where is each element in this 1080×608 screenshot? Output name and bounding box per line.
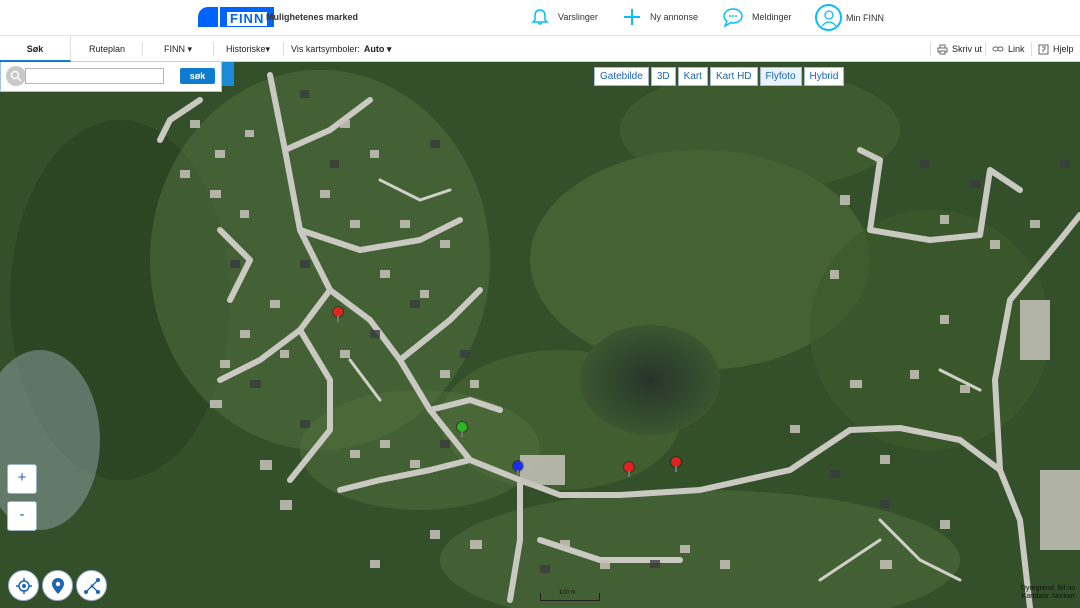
- tab-finn[interactable]: FINN ▾: [143, 36, 213, 62]
- tab-historiske[interactable]: Historiske▾: [214, 36, 282, 62]
- nav-label: Ny annonse: [650, 12, 699, 22]
- divider: [985, 42, 986, 56]
- crosshair-icon: [15, 577, 32, 594]
- maptype-hybrid[interactable]: Hybrid: [803, 67, 845, 86]
- my-location-button[interactable]: [8, 570, 39, 601]
- map-toolbar: Søk Ruteplan FINN ▾ Historiske▾ Vis kart…: [0, 36, 1080, 62]
- logo-text: FINN: [227, 12, 268, 26]
- route-icon: [83, 577, 100, 594]
- help-button[interactable]: Hjelp: [1038, 36, 1074, 62]
- maptype-flyfoto[interactable]: Flyfoto: [759, 67, 802, 86]
- search-button[interactable]: søk: [180, 68, 215, 84]
- logo-mark-icon: [198, 7, 218, 27]
- print-label: Skriv ut: [952, 44, 983, 54]
- aerial-photo: [0, 62, 1080, 608]
- map-pin[interactable]: [671, 457, 681, 472]
- maptype-3d[interactable]: 3D: [650, 67, 676, 86]
- nav-label: Min FINN: [846, 12, 884, 23]
- nav-meldinger[interactable]: Meldinger: [722, 5, 792, 29]
- finn-logo[interactable]: FINN: [198, 7, 275, 27]
- tab-ruteplan[interactable]: Ruteplan: [72, 36, 142, 62]
- plus-icon: [620, 5, 644, 29]
- print-button[interactable]: Skriv ut: [937, 36, 982, 62]
- map-type-switcher: Gatebilde 3D Kart Kart HD Flyfoto Hybrid: [594, 67, 845, 86]
- nav-varslinger[interactable]: Varslinger: [528, 5, 598, 29]
- help-icon: [1038, 44, 1049, 54]
- map-symbols-value: Auto ▾: [363, 44, 392, 54]
- nav-label: Varslinger: [558, 12, 598, 22]
- tagline: Mulighetenes marked: [266, 12, 359, 22]
- maptype-kart[interactable]: Kart: [677, 67, 708, 86]
- help-label: Hjelp: [1053, 44, 1074, 54]
- maptype-kart-hd[interactable]: Kart HD: [709, 67, 758, 86]
- zoom-in-button[interactable]: +: [7, 464, 37, 494]
- map-pin-icon: [51, 577, 64, 594]
- place-marker-button[interactable]: [42, 570, 73, 601]
- attribution-line: Kartdata: Norkart: [1021, 593, 1075, 600]
- maptype-gatebilde[interactable]: Gatebilde: [594, 67, 649, 86]
- link-label: Link: [1008, 44, 1025, 54]
- attribution-line: Dyregrend, Bil.no: [1020, 585, 1075, 592]
- map-pin[interactable]: [333, 307, 343, 322]
- nav-ny-annonse[interactable]: Ny annonse: [620, 5, 698, 29]
- search-panel: søk: [0, 62, 222, 92]
- divider: [283, 42, 284, 56]
- map-pin[interactable]: [457, 422, 467, 437]
- map-symbols-select[interactable]: Vis kartsymboler: Auto ▾: [291, 36, 391, 62]
- zoom-out-button[interactable]: -: [7, 501, 37, 531]
- search-icon: [6, 66, 26, 86]
- chat-icon: [722, 5, 746, 29]
- map-symbols-label: Vis kartsymboler:: [291, 44, 360, 54]
- scale-label: 100 m: [559, 590, 576, 596]
- map-attribution: Dyregrend, Bil.no Kartdata: Norkart: [1021, 585, 1075, 601]
- user-icon: [815, 4, 842, 31]
- bell-icon: [528, 5, 552, 29]
- map-canvas[interactable]: [0, 62, 1080, 608]
- search-input[interactable]: [25, 68, 164, 84]
- scale-bar: 100 m: [540, 590, 600, 601]
- nav-min-finn[interactable]: Min FINN: [815, 4, 884, 31]
- link-button[interactable]: Link: [992, 36, 1025, 62]
- divider: [1031, 42, 1032, 56]
- panel-toggle-tab[interactable]: [222, 62, 234, 86]
- measure-route-button[interactable]: [76, 570, 107, 601]
- printer-icon: [937, 44, 948, 54]
- site-header: FINN Mulighetenes marked Varslinger Ny a…: [0, 0, 1080, 36]
- link-icon: [992, 46, 1004, 52]
- nav-label: Meldinger: [752, 12, 792, 22]
- map-pin[interactable]: [513, 461, 523, 476]
- divider: [930, 42, 931, 56]
- tab-sok[interactable]: Søk: [0, 36, 71, 62]
- map-pin[interactable]: [624, 462, 634, 477]
